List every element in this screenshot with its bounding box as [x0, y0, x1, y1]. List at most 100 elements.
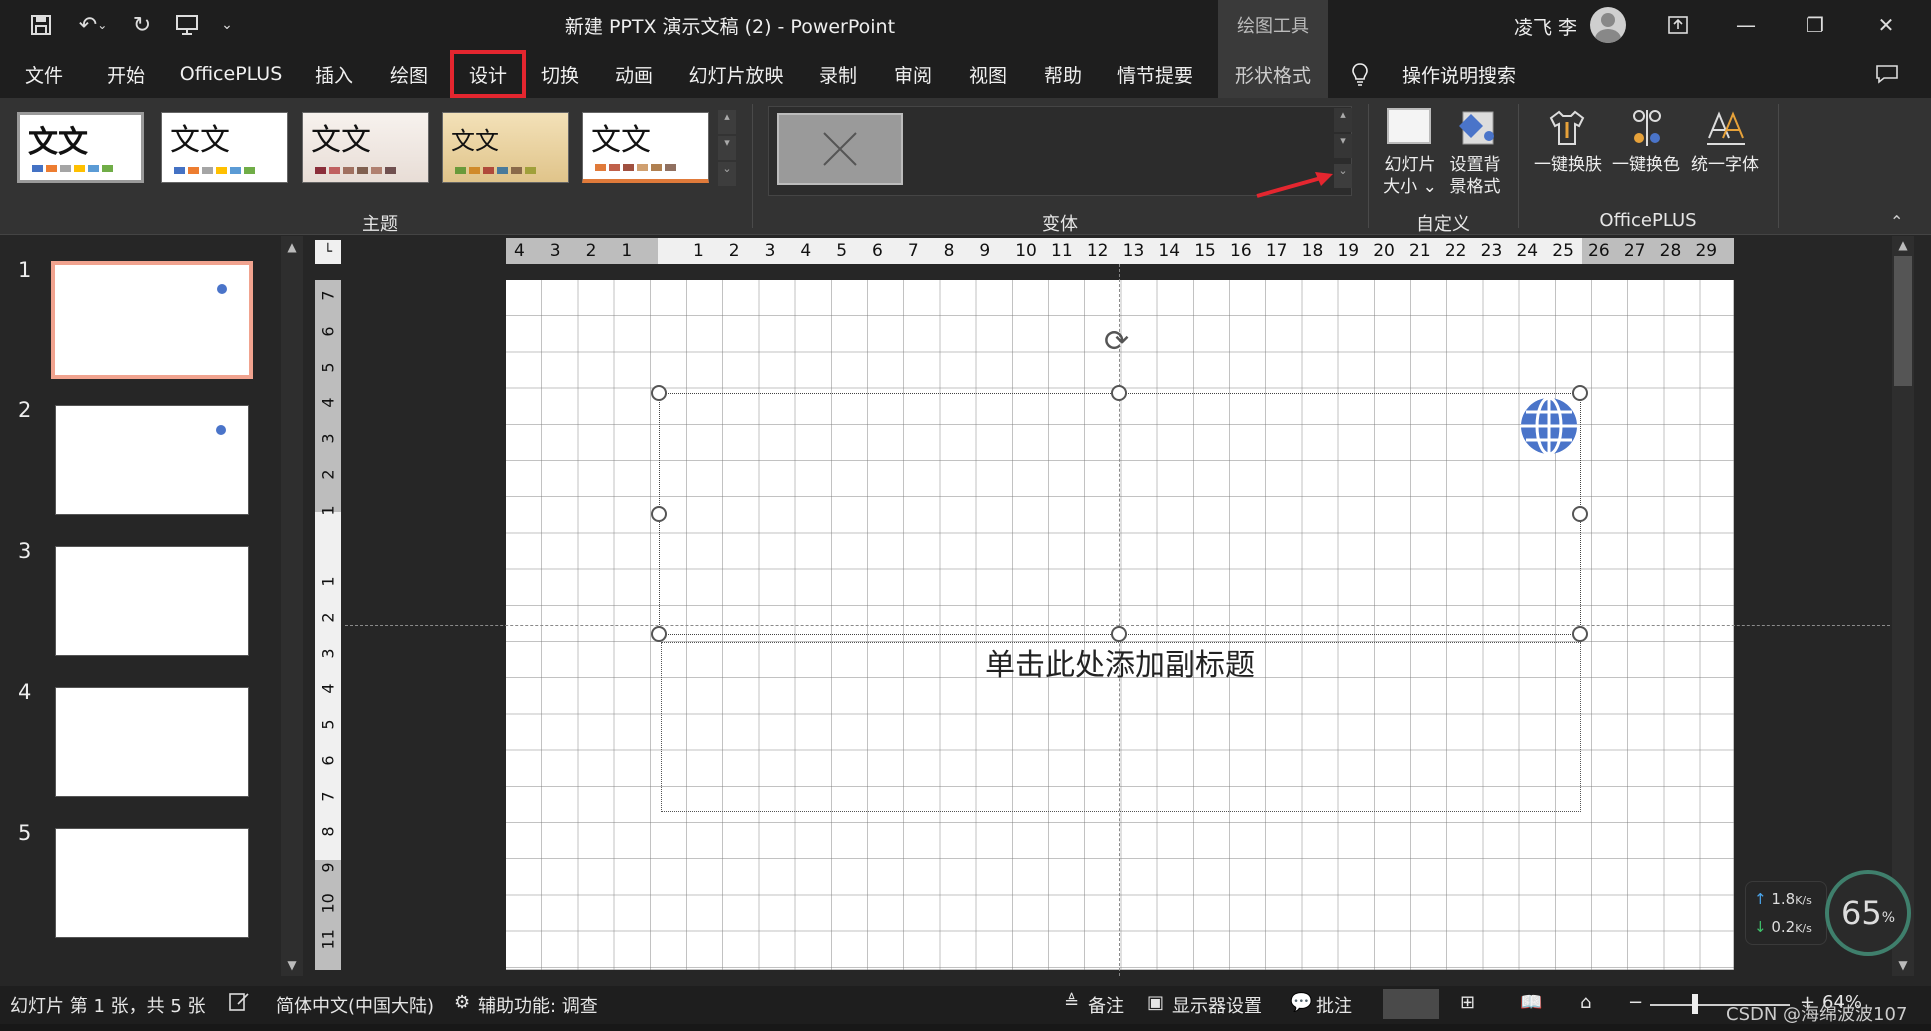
variant-gallery-more[interactable]: ⌄ — [1334, 164, 1352, 188]
display-settings-button[interactable]: 显示器设置 — [1172, 992, 1262, 1018]
design-ribbon: 文文 文文 文文 文文 文文 ▴ ▾ ⌄ 主题 ▴ ▾ ⌄ 变体 幻灯片 大小 … — [0, 98, 1931, 235]
scroll-up-icon[interactable]: ▲ — [1892, 238, 1914, 252]
vertical-ruler[interactable]: 7 6 5 4 3 2 1 1 2 3 4 5 6 7 8 9 10 11 — [315, 280, 341, 970]
ruler-tick-label: 6 — [318, 755, 338, 766]
slide-thumbnail-2[interactable] — [55, 405, 249, 515]
tab-insert[interactable]: 插入 — [308, 50, 360, 98]
theme-4[interactable]: 文文 — [442, 112, 569, 183]
notes-button[interactable]: 备注 — [1088, 992, 1124, 1018]
slide-number: 2 — [18, 398, 32, 422]
slide-size-button[interactable]: 幻灯片 大小 ⌄ — [1380, 154, 1440, 198]
subtitle-placeholder-text[interactable]: 单击此处添加副标题 — [660, 640, 1580, 684]
rotate-handle-icon[interactable]: ⟳ — [1104, 324, 1129, 359]
slideshow-view-icon[interactable]: ⌂ — [1580, 992, 1591, 1013]
tell-me-search[interactable]: 操作说明搜索 — [1384, 50, 1534, 98]
horizontal-ruler[interactable]: 4 3 2 1 1 2 3 4 5 6 7 8 9 10 11 12 13 14 15 16 17 18 19 20 21 22 2… — [506, 238, 1734, 264]
tab-file[interactable]: 文件 — [18, 50, 70, 98]
tab-storyboard[interactable]: 情节提要 — [1112, 50, 1198, 98]
tab-review[interactable]: 审阅 — [887, 50, 939, 98]
resize-handle-sw[interactable] — [651, 626, 667, 642]
ruler-tick-label: 25 — [1552, 241, 1574, 261]
tab-record[interactable]: 录制 — [812, 50, 864, 98]
close-icon[interactable]: ✕ — [1866, 8, 1906, 42]
ruler-tick-label: 7 — [907, 241, 919, 261]
comments-icon[interactable] — [1870, 50, 1904, 98]
tab-shape-format[interactable]: 形状格式 — [1218, 50, 1328, 98]
slide-thumbnail-4[interactable] — [55, 687, 249, 797]
csdn-watermark: CSDN @海绵波波107 — [1726, 1004, 1908, 1025]
theme-5[interactable]: 文文 — [582, 112, 709, 183]
globe-icon — [216, 425, 226, 435]
theme-2[interactable]: 文文 — [161, 112, 288, 183]
tab-selector[interactable]: └ — [315, 240, 341, 264]
avatar[interactable] — [1590, 7, 1626, 43]
tab-animations[interactable]: 动画 — [608, 50, 660, 98]
variant-scroll-up[interactable]: ▴ — [1334, 108, 1352, 132]
format-background-icon — [1455, 106, 1497, 148]
ruler-tick-label: 3 — [549, 241, 561, 261]
one-click-skin-button[interactable]: 一键换肤 — [1530, 154, 1606, 176]
ribbon-display-options-icon[interactable] — [1658, 8, 1698, 42]
variant-placeholder[interactable] — [777, 113, 903, 185]
ruler-tick-label: 5 — [836, 241, 848, 261]
scroll-down-icon[interactable]: ▼ — [1892, 958, 1914, 972]
scroll-thumb[interactable] — [1894, 256, 1912, 386]
slide-counter[interactable]: 幻灯片 第 1 张，共 5 张 — [10, 992, 206, 1018]
collapse-ribbon-icon[interactable]: ⌃ — [1890, 212, 1903, 231]
resize-handle-n[interactable] — [1111, 385, 1127, 401]
minimize-icon[interactable]: — — [1726, 8, 1766, 42]
resize-handle-e[interactable] — [1572, 506, 1588, 522]
title-placeholder-selected[interactable] — [659, 393, 1581, 635]
resize-handle-se[interactable] — [1572, 626, 1588, 642]
slide-thumbnail-3[interactable] — [55, 546, 249, 656]
format-background-button[interactable]: 设置背 景格式 — [1444, 154, 1506, 198]
ruler-tick-label: 2 — [728, 241, 740, 261]
accessibility-status[interactable]: 辅助功能: 调查 — [478, 992, 598, 1018]
tab-design[interactable]: 设计 — [450, 50, 526, 98]
zoom-out-icon[interactable]: − — [1628, 992, 1643, 1013]
thumbnail-scrollbar[interactable]: ▲ ▼ — [281, 236, 303, 976]
normal-view-button[interactable] — [1383, 989, 1439, 1019]
resize-handle-nw[interactable] — [651, 385, 667, 401]
download-unit: K/s — [1795, 922, 1812, 935]
tab-transitions[interactable]: 切换 — [534, 50, 586, 98]
ruler-tick-label: 11 — [1051, 241, 1073, 261]
theme-scroll-down[interactable]: ▾ — [718, 136, 736, 160]
tab-help[interactable]: 帮助 — [1037, 50, 1089, 98]
resize-handle-w[interactable] — [651, 506, 667, 522]
reading-view-icon[interactable]: 📖 — [1520, 992, 1542, 1013]
group-label-customize: 自定义 — [1416, 214, 1470, 235]
format-bg-label-2: 景格式 — [1449, 177, 1501, 197]
one-click-color-button[interactable]: 一键换色 — [1608, 154, 1684, 176]
scroll-up-icon[interactable]: ▲ — [281, 240, 303, 254]
upload-unit: K/s — [1795, 894, 1812, 907]
unify-font-button[interactable]: 统一字体 — [1687, 154, 1763, 176]
slide-sorter-icon[interactable]: ⊞ — [1460, 992, 1475, 1013]
theme-gallery-more[interactable]: ⌄ — [718, 162, 736, 186]
ruler-margin-left — [506, 238, 658, 264]
tab-view[interactable]: 视图 — [962, 50, 1014, 98]
globe-icon[interactable] — [1518, 395, 1580, 457]
spellcheck-icon[interactable] — [228, 992, 250, 1017]
theme-3[interactable]: 文文 — [302, 112, 429, 183]
slide-thumbnail-5[interactable] — [55, 828, 249, 938]
resize-handle-s[interactable] — [1111, 626, 1127, 642]
theme-scroll-up[interactable]: ▴ — [718, 110, 736, 134]
language-indicator[interactable]: 简体中文(中国大陆) — [276, 992, 434, 1018]
tab-slideshow[interactable]: 幻灯片放映 — [686, 50, 786, 98]
tab-home[interactable]: 开始 — [100, 50, 152, 98]
scroll-down-icon[interactable]: ▼ — [281, 958, 303, 972]
tab-draw[interactable]: 绘图 — [383, 50, 435, 98]
comments-button[interactable]: 批注 — [1316, 992, 1352, 1018]
tab-officeplus[interactable]: OfficePLUS — [176, 50, 286, 98]
slide-thumbnail-1[interactable] — [51, 261, 253, 379]
variant-scroll-down[interactable]: ▾ — [1334, 134, 1352, 158]
restore-icon[interactable]: ❐ — [1795, 8, 1835, 42]
zoom-slider-thumb[interactable] — [1692, 994, 1698, 1014]
ruler-tick-label: 1 — [318, 576, 338, 587]
ruler-tick-label: 2 — [318, 469, 338, 480]
theme-office[interactable]: 文文 — [17, 112, 144, 183]
user-name[interactable]: 凌飞 李 — [1514, 13, 1577, 40]
memory-gauge[interactable]: 65% — [1825, 870, 1911, 956]
slide-number: 1 — [18, 258, 32, 282]
